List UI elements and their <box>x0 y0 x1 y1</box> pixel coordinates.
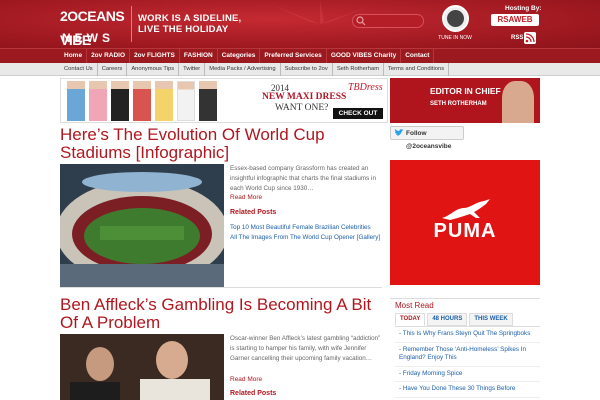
main-nav-item[interactable]: Home <box>60 49 88 63</box>
puma-ad[interactable]: PUMA <box>390 160 540 285</box>
main-nav-item[interactable]: 2ov RADIO <box>87 49 131 63</box>
rss-label: RSS <box>511 35 524 41</box>
model-image <box>133 81 151 121</box>
sub-nav-item[interactable]: Seth Rotherham <box>333 63 385 76</box>
related-posts-heading: Related Posts <box>230 209 277 216</box>
editor-name: SETH ROTHERHAM <box>430 101 487 107</box>
dress-ad-question: WANT ONE? <box>275 103 329 113</box>
twitter-follow-button[interactable]: Follow @2oceansvibe <box>390 126 464 150</box>
logo-news-text: NEWS <box>62 31 114 45</box>
sub-nav-item[interactable]: Twitter <box>179 63 206 76</box>
twitter-bird-icon <box>394 129 404 137</box>
editor-title: EDITOR IN CHIEF <box>430 86 501 96</box>
sub-nav-item[interactable]: Media Packs / Advertising <box>205 63 281 76</box>
dress-ad-brand: TBDress <box>348 82 383 93</box>
sub-nav-item[interactable]: Anonymous Tips <box>127 63 180 76</box>
read-more-link[interactable]: Read More <box>230 376 262 383</box>
twitter-follow-label: Follow @2oceansvibe <box>406 130 452 150</box>
hosting-label: Hosting By: <box>505 5 542 12</box>
article-thumbnail[interactable] <box>60 164 224 287</box>
most-read-item[interactable]: - Remember Those ‘Anti-Homeless’ Spikes … <box>395 343 540 367</box>
host-logo[interactable]: RSAWEB <box>491 14 539 26</box>
tagline-line2: LIVE THE HOLIDAY <box>138 24 229 35</box>
dress-ad-headline: NEW MAXI DRESS <box>262 92 347 102</box>
model-image <box>155 81 173 121</box>
article-divider <box>60 287 382 288</box>
radio-label: TUNE IN NOW <box>438 35 472 41</box>
article-title[interactable]: Here’s The Evolution Of World Cup Stadiu… <box>60 126 386 162</box>
radio-logo-center <box>447 10 464 27</box>
dress-ad-banner[interactable]: 2014 NEW MAXI DRESS WANT ONE? TBDress CH… <box>60 78 388 123</box>
article-title[interactable]: Ben Affleck’s Gambling Is Becoming A Bit… <box>60 296 386 332</box>
stadium-image <box>60 164 224 287</box>
related-post-link[interactable]: All The Images From The World Cup Opener… <box>230 233 382 242</box>
editor-photo <box>502 81 534 123</box>
model-image <box>67 81 85 121</box>
search-icon <box>356 16 366 26</box>
most-read-title: Most Read <box>395 301 434 310</box>
most-read-item[interactable]: - This Is Why Frans Steyn Quit The Sprin… <box>395 327 540 343</box>
main-navigation: Home 2ov RADIO 2ov FLIGHTS FASHION Categorie… <box>0 48 600 63</box>
read-more-link[interactable]: Read More <box>230 194 262 201</box>
most-read-tab[interactable]: 48 HOURS <box>427 313 468 326</box>
most-read-widget: Most Read TODAY 48 HOURS THIS WEEK - This … <box>390 298 540 400</box>
article-excerpt: Oscar-winner Ben Affleck’s latest gambli… <box>230 335 381 362</box>
most-read-tab[interactable]: THIS WEEK <box>469 313 513 326</box>
secondary-navigation: Contact Us Careers Anonymous Tips Twitter Me… <box>0 63 600 76</box>
model-image <box>111 81 129 121</box>
site-tagline: WORK IS A SIDELINE, LIVE THE HOLIDAY <box>138 13 241 35</box>
main-nav-item[interactable]: GOOD VIBES Charity <box>327 49 402 63</box>
sub-nav-item[interactable]: Contact Us <box>60 63 98 76</box>
model-image <box>199 81 217 121</box>
rss-icon[interactable] <box>524 32 536 44</box>
article-excerpt: Essex-based company Grassform has create… <box>230 165 376 192</box>
puma-cat-logo <box>442 199 490 220</box>
main-nav-item[interactable]: FASHION <box>180 49 218 63</box>
article-thumbnail[interactable] <box>60 334 224 400</box>
main-nav-item[interactable]: 2ov FLIGHTS <box>130 49 180 63</box>
most-read-item[interactable]: - Friday Morning Spice <box>395 367 540 382</box>
most-read-tab[interactable]: TODAY <box>395 313 426 326</box>
sub-nav-item[interactable]: Terms and Conditions <box>384 63 450 76</box>
site-header: 2OCEANS VIBE NEWS WORK IS A SIDELINE, LI… <box>0 0 600 48</box>
radio-tune-in[interactable]: TUNE IN NOW <box>432 3 478 45</box>
sub-nav-item[interactable]: Careers <box>98 63 128 76</box>
main-nav-item[interactable]: Categories <box>218 49 261 63</box>
main-nav-item[interactable]: Preferred Services <box>260 49 327 63</box>
tagline-line1: WORK IS A SIDELINE, <box>138 13 242 24</box>
header-divider <box>131 6 132 42</box>
dress-ad-cta-button[interactable]: CHECK OUT NOW >> <box>333 108 383 122</box>
most-read-item[interactable]: - Have You Done These 30 Things Before <box>395 382 540 398</box>
related-post-link[interactable]: Top 10 Most Beautiful Female Brazilian C… <box>230 223 382 232</box>
model-image <box>177 81 195 121</box>
related-posts-heading: Related Posts <box>230 390 277 397</box>
site-logo[interactable]: 2OCEANS VIBE NEWS <box>60 4 128 48</box>
puma-wordmark: PUMA <box>433 220 497 242</box>
sub-nav-item[interactable]: Subscribe to 2ov <box>281 63 333 76</box>
editor-in-chief-banner[interactable]: EDITOR IN CHIEF SETH ROTHERHAM <box>390 78 540 123</box>
model-image <box>89 81 107 121</box>
main-nav-item[interactable]: Contact <box>401 49 435 63</box>
affleck-photo <box>60 334 224 400</box>
